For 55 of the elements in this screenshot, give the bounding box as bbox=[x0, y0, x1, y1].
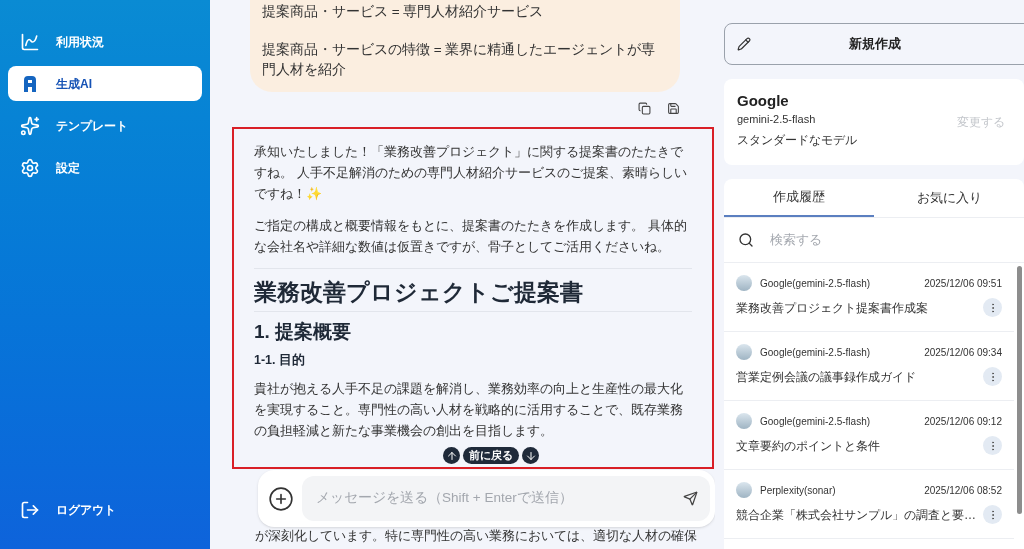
message-line: 提案商品・サービス = 専門人材紹介サービス bbox=[262, 3, 545, 21]
nav-item[interactable]: 生成AI bbox=[8, 66, 202, 101]
logout-button[interactable]: ログアウト bbox=[8, 492, 202, 527]
new-chat-button[interactable]: 新規作成 bbox=[724, 23, 1024, 65]
document-title: 業務改善プロジェクトご提案書 bbox=[254, 275, 692, 312]
save-icon[interactable] bbox=[667, 102, 680, 115]
model-avatar bbox=[736, 413, 752, 429]
history-model: Google(gemini-2.5-flash) bbox=[760, 276, 871, 291]
response-paragraph: ご指定の構成と概要情報をもとに、提案書のたたきを作成します。 具体的な会社名や詳細な数値は仮置きですが、骨子としてご活用くださいね。 bbox=[254, 217, 688, 256]
search-icon bbox=[738, 232, 754, 248]
arrow-down-icon bbox=[524, 449, 537, 462]
model-avatar bbox=[736, 482, 752, 498]
model-description: スタンダードなモデル bbox=[737, 132, 857, 149]
panel-tab[interactable]: 作成履歴 bbox=[724, 179, 874, 217]
history-time: 2025/12/06 09:12 bbox=[924, 414, 1002, 429]
panel-tab[interactable]: お気に入り bbox=[874, 179, 1024, 217]
nav-item[interactable]: 利用状況 bbox=[8, 24, 202, 59]
model-name: gemini-2.5-flash bbox=[737, 112, 817, 127]
history-title: 競合企業「株式会社サンプル」の調査と要… bbox=[736, 506, 976, 524]
sparkle-icon bbox=[20, 115, 40, 136]
arrow-up-icon bbox=[445, 449, 458, 462]
history-item[interactable]: Perplexity(sonar) 2025/12/06 08:52 競合企業「株式会社サンプル」の調査と要… bbox=[724, 470, 1014, 539]
response-paragraph: 貴社が抱える人手不足の課題を解消し、業務効率の向上と生産性の最大化を実現すること。専門性の高い人材を戦略的に活用することで、既存業務の負担軽減と新たな事業機会の創出を目指します。 bbox=[254, 380, 684, 440]
nav-item[interactable]: 設定 bbox=[8, 150, 202, 185]
nav-item[interactable]: テンプレート bbox=[8, 108, 202, 143]
history-time: 2025/12/06 09:51 bbox=[924, 276, 1002, 291]
history-title: 業務改善プロジェクト提案書作成案 bbox=[736, 299, 928, 317]
settings-icon bbox=[20, 157, 40, 178]
scrollbar[interactable] bbox=[1017, 266, 1022, 514]
logout-icon bbox=[20, 499, 40, 520]
scroll-up-button[interactable] bbox=[443, 447, 460, 464]
send-icon[interactable] bbox=[683, 491, 698, 506]
history-title: 文章要約のポイントと条件 bbox=[736, 437, 880, 455]
model-avatar bbox=[736, 275, 752, 291]
history-title: 営業定例会議の議事録作成ガイド bbox=[736, 368, 916, 386]
chart-icon bbox=[20, 31, 40, 52]
copy-icon[interactable] bbox=[638, 102, 651, 115]
history-item[interactable]: Google(gemini-2.5-flash) 2025/12/06 09:51 業務改善プロジェクト提案書作成案 bbox=[724, 263, 1014, 332]
jump-back-button[interactable]: 前に戻る bbox=[463, 447, 519, 464]
pencil-icon bbox=[737, 37, 751, 51]
history-model: Google(gemini-2.5-flash) bbox=[760, 414, 871, 429]
add-icon[interactable] bbox=[268, 485, 294, 512]
history-item[interactable]: Google(gemini-2.5-flash) 2025/12/06 09:12 文章要約のポイントと条件 bbox=[724, 401, 1014, 470]
scroll-down-button[interactable] bbox=[522, 447, 539, 464]
subsection-heading: 1-1. 目的 bbox=[254, 352, 306, 369]
model-provider: Google bbox=[737, 91, 790, 111]
model-avatar bbox=[736, 344, 752, 360]
section-heading: 1. 提案概要 bbox=[254, 320, 353, 344]
history-time: 2025/12/06 09:34 bbox=[924, 345, 1002, 360]
history-time: 2025/12/06 08:52 bbox=[924, 483, 1002, 498]
history-model: Perplexity(sonar) bbox=[760, 483, 836, 498]
history-model: Google(gemini-2.5-flash) bbox=[760, 345, 871, 360]
response-paragraph: 承知いたしました！「業務改善プロジェクト」に関する提案書のたたきですね。 人手不足解消のための専門人材紹介サービスのご提案、素晴らしいですね！✨ bbox=[254, 143, 688, 203]
message-line: 提案商品・サービスの特徴 = 業界に精通したエージェントが専門人材を紹介 bbox=[262, 41, 657, 79]
history-item[interactable]: Google(gemini-2.5-flash) 2025/12/06 09:34 営業定例会議の議事録作成ガイド bbox=[724, 332, 1014, 401]
